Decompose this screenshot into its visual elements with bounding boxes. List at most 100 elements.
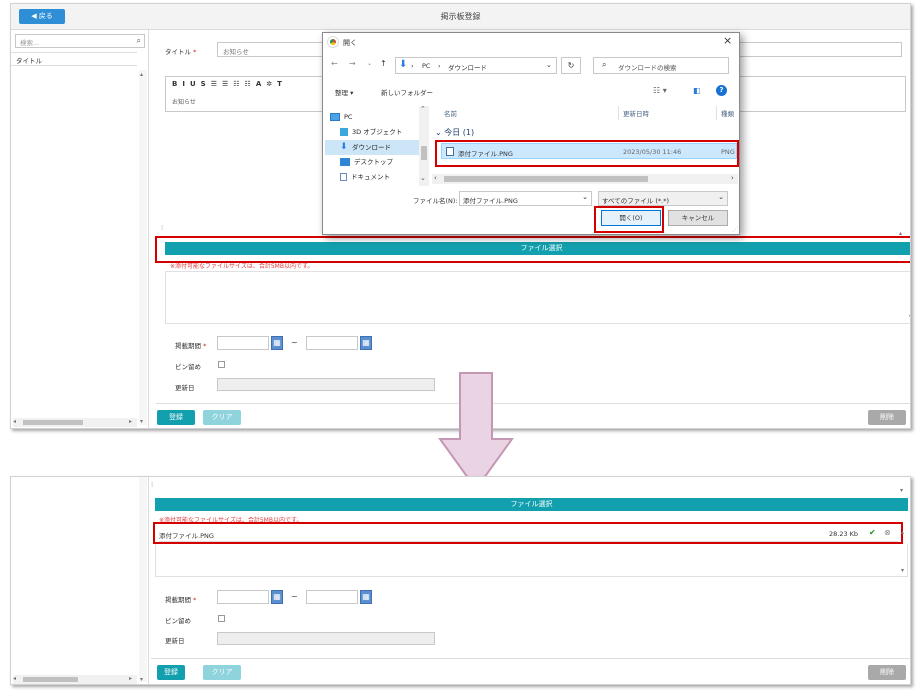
- editor-toolbar-button[interactable]: ☰: [211, 80, 222, 88]
- download-folder-icon: ⬇: [399, 59, 408, 70]
- filename-input[interactable]: 添付ファイル.PNG ⌄: [459, 191, 592, 206]
- group-header-today[interactable]: ⌄ 今日 (1): [435, 127, 474, 138]
- period-label: 掲載期間 *: [175, 342, 207, 350]
- splitter-handle[interactable]: ⁞: [161, 224, 163, 232]
- period-start-input[interactable]: [217, 590, 269, 604]
- tree-item-documents[interactable]: ドキュメント: [325, 170, 419, 185]
- tree-item-downloads[interactable]: ⬇ ダウンロード: [325, 140, 419, 155]
- chevron-down-icon[interactable]: ⌄: [582, 193, 588, 201]
- sidebar-hscrollbar[interactable]: [13, 418, 137, 427]
- back-nav-icon[interactable]: ←: [331, 59, 338, 68]
- cancel-button[interactable]: キャンセル: [668, 210, 728, 226]
- calendar-icon[interactable]: ▦: [271, 590, 283, 604]
- tree-item-3d-objects[interactable]: 3D オブジェクト: [325, 125, 419, 140]
- file-type-filter[interactable]: すべてのファイル (*.*) ⌄: [598, 191, 728, 206]
- register-button[interactable]: 登録: [157, 410, 195, 425]
- scroll-left-arrow-icon[interactable]: ‹: [434, 174, 437, 182]
- title-label: タイトル *: [165, 48, 197, 56]
- scroll-down-arrow-icon[interactable]: ▾: [909, 313, 910, 320]
- period-start-input[interactable]: [217, 336, 269, 350]
- left-sidebar: 検索... ⌕ タイトル ◂ ▸: [11, 30, 149, 428]
- scroll-up-arrow-icon[interactable]: ▴: [140, 71, 143, 78]
- clear-button[interactable]: クリア: [203, 410, 241, 425]
- delete-button[interactable]: 削除: [868, 410, 906, 425]
- chevron-down-icon[interactable]: ⌄: [546, 61, 552, 69]
- editor-toolbar-button[interactable]: A: [256, 80, 266, 88]
- sidebar-list-header: タイトル: [11, 52, 137, 66]
- scroll-up-arrow-icon[interactable]: ▴: [901, 529, 904, 536]
- delete-button[interactable]: 削除: [868, 665, 906, 680]
- column-divider: [618, 106, 619, 120]
- pin-checkbox[interactable]: [218, 361, 225, 368]
- search-icon: ⌕: [602, 60, 607, 69]
- pin-label: ピン留め: [165, 617, 191, 625]
- editor-toolbar-button[interactable]: ☷: [245, 80, 256, 88]
- scroll-up-arrow-icon[interactable]: ⌃: [420, 105, 426, 113]
- scroll-down-arrow-icon[interactable]: ▾: [140, 676, 143, 683]
- organize-menu[interactable]: 整理 ▾: [335, 87, 353, 97]
- refresh-button[interactable]: ↻: [561, 57, 581, 74]
- editor-toolbar-button[interactable]: T: [277, 80, 287, 88]
- column-name[interactable]: 名前: [444, 108, 457, 118]
- dialog-search-input[interactable]: ⌕ ダウンロードの検索: [593, 57, 729, 74]
- scroll-down-arrow-icon[interactable]: ⌄: [420, 174, 426, 182]
- scroll-thumb[interactable]: [23, 420, 83, 425]
- scroll-thumb[interactable]: [444, 176, 648, 182]
- sidebar-hscrollbar[interactable]: [13, 675, 137, 684]
- scroll-thumb[interactable]: [421, 146, 427, 160]
- help-icon[interactable]: ?: [716, 85, 727, 96]
- scroll-down-arrow-icon[interactable]: ▾: [900, 487, 903, 494]
- open-button-highlight: [594, 206, 664, 233]
- up-nav-icon[interactable]: ↑: [380, 59, 387, 68]
- sidebar-vscrollbar[interactable]: [139, 70, 147, 425]
- view-options-icon[interactable]: ☷ ▾: [653, 86, 667, 95]
- tree-item-pc[interactable]: PC: [325, 110, 419, 125]
- close-icon[interactable]: ×: [723, 34, 732, 47]
- scroll-down-arrow-icon[interactable]: ▾: [140, 418, 143, 425]
- updated-label: 更新日: [165, 637, 185, 645]
- editor-toolbar-button[interactable]: U: [190, 80, 201, 88]
- scroll-left-arrow-icon[interactable]: ◂: [13, 675, 16, 682]
- address-bar[interactable]: ⬇ › PC › ダウンロード ⌄: [395, 57, 557, 74]
- calendar-icon[interactable]: ▦: [271, 336, 283, 350]
- resize-grip-icon[interactable]: ⋰: [732, 226, 738, 233]
- sidebar-search-input[interactable]: 検索... ⌕: [15, 34, 145, 48]
- editor-toolbar-button[interactable]: ☷: [233, 80, 244, 88]
- calendar-icon[interactable]: ▦: [360, 590, 372, 604]
- clear-button[interactable]: クリア: [203, 665, 241, 680]
- path-downloads[interactable]: ダウンロード: [448, 62, 487, 72]
- scroll-down-arrow-icon[interactable]: ▾: [901, 567, 904, 574]
- sidebar-vscrollbar[interactable]: [139, 477, 147, 682]
- forward-nav-icon[interactable]: →: [349, 59, 356, 68]
- tree-vscrollbar[interactable]: ⌃ ⌄: [419, 105, 429, 186]
- list-hscrollbar[interactable]: ‹ ›: [432, 174, 738, 184]
- tree-item-desktop[interactable]: デスクトップ: [325, 155, 419, 170]
- calendar-icon[interactable]: ▦: [360, 336, 372, 350]
- scroll-right-arrow-icon[interactable]: ▸: [129, 418, 132, 425]
- new-folder-button[interactable]: 新しいフォルダー: [381, 87, 433, 97]
- column-modified[interactable]: 更新日時: [623, 108, 649, 118]
- preview-pane-icon[interactable]: ◧: [693, 86, 701, 95]
- path-pc[interactable]: PC: [422, 62, 430, 70]
- period-separator: ~: [291, 592, 298, 601]
- period-end-input[interactable]: [306, 336, 358, 350]
- pin-checkbox[interactable]: [218, 615, 225, 622]
- pc-icon: [330, 113, 340, 121]
- scroll-thumb[interactable]: [23, 677, 78, 682]
- chevron-down-icon[interactable]: ⌄: [718, 193, 724, 201]
- editor-toolbar-button[interactable]: I: [182, 80, 190, 88]
- column-type[interactable]: 種類: [721, 108, 734, 118]
- scroll-right-arrow-icon[interactable]: ›: [731, 174, 734, 182]
- period-end-input[interactable]: [306, 590, 358, 604]
- editor-toolbar-button[interactable]: S: [201, 80, 211, 88]
- editor-toolbar-button[interactable]: ☰: [222, 80, 233, 88]
- file-select-button[interactable]: ファイル選択: [155, 498, 908, 511]
- search-icon[interactable]: ⌕: [137, 36, 141, 46]
- editor-toolbar-button[interactable]: ✲: [266, 80, 277, 88]
- scroll-left-arrow-icon[interactable]: ◂: [13, 418, 16, 425]
- register-button[interactable]: 登録: [157, 665, 185, 680]
- scroll-right-arrow-icon[interactable]: ▸: [129, 675, 132, 682]
- editor-toolbar-button[interactable]: B: [172, 80, 182, 88]
- recent-dropdown-icon[interactable]: ⌄: [367, 60, 372, 67]
- splitter-handle[interactable]: ⁞: [151, 481, 153, 489]
